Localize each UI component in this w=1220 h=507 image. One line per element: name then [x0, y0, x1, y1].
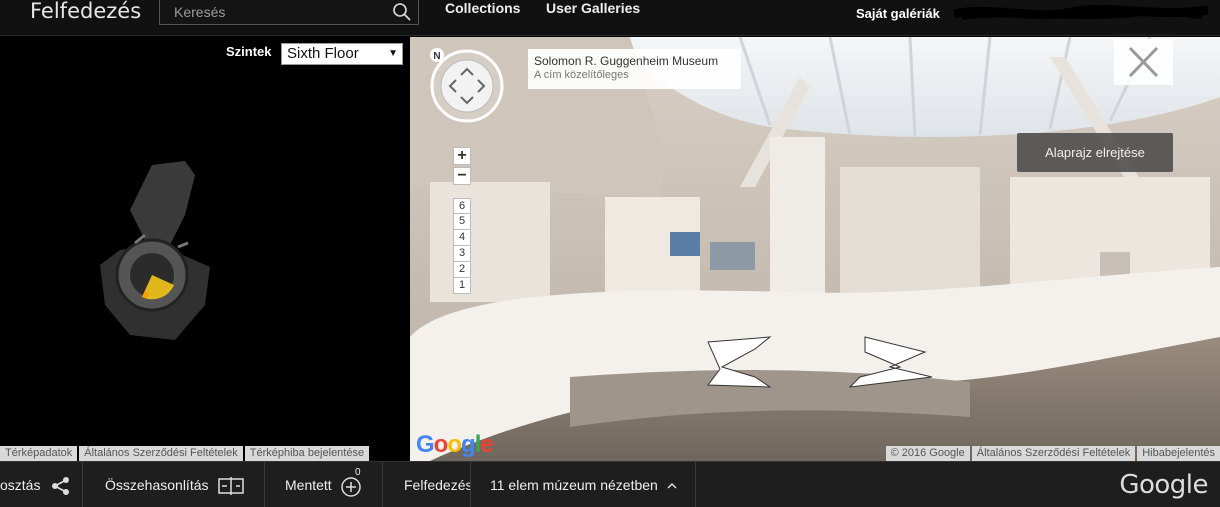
map-footer: Térképadatok Általános Szerződési Feltét…	[0, 446, 370, 461]
compare-label: Összehasonlítás	[105, 477, 209, 493]
zoom-out-button[interactable]: −	[453, 167, 471, 185]
museum-items-label: 11 elem múzeum nézetben	[490, 477, 658, 493]
place-subtitle: A cím közelítőleges	[534, 69, 629, 81]
level-6-button[interactable]: 6	[453, 198, 471, 214]
level-3-button[interactable]: 3	[453, 246, 471, 262]
redacted-username	[953, 4, 1209, 20]
search-input[interactable]	[160, 0, 385, 24]
nav-user-galleries[interactable]: User Galleries	[546, 0, 640, 20]
place-title[interactable]: Solomon R. Guggenheim Museum	[534, 54, 735, 68]
level-4-button[interactable]: 4	[453, 230, 471, 246]
map-report-link[interactable]: Térképhiba bejelentése	[244, 446, 370, 461]
google-logo: Google	[416, 431, 494, 458]
floor-plan-map[interactable]	[90, 155, 220, 345]
hide-floorplan-button[interactable]: Alaprajz elrejtése	[1017, 133, 1173, 172]
close-icon	[1128, 46, 1159, 78]
bottom-bar: osztás Összehasonlítás Mentett 0 Felfede…	[0, 461, 1220, 507]
zoom-in-button[interactable]: +	[453, 147, 471, 165]
search-box[interactable]	[159, 0, 419, 25]
saved-label: Mentett	[285, 477, 332, 493]
saved-button[interactable]: Mentett 0	[265, 462, 383, 507]
compass-control[interactable]: N	[428, 45, 506, 123]
location-info-box: Solomon R. Guggenheim Museum A cím közel…	[528, 49, 741, 89]
levels-label: Szintek	[226, 44, 272, 59]
map-data-link[interactable]: Térképadatok	[0, 446, 78, 461]
chevron-up-icon	[667, 483, 677, 489]
floor-select-value: Sixth Floor	[287, 45, 359, 62]
level-2-button[interactable]: 2	[453, 262, 471, 278]
floor-select[interactable]: Sixth Floor ▼	[281, 43, 403, 65]
level-5-button[interactable]: 5	[453, 214, 471, 230]
level-selector: 6 5 4 3 2 1	[453, 198, 471, 294]
brand-title[interactable]: Felfedezés	[30, 0, 141, 36]
sv-terms-link[interactable]: Általános Szerződési Feltételek	[971, 446, 1136, 461]
copyright-text: © 2016 Google	[885, 446, 970, 461]
compare-icon	[218, 477, 245, 496]
street-view-footer: © 2016 Google Általános Szerződési Felté…	[885, 446, 1220, 461]
street-view-panel[interactable]: N Solomon R. Guggenheim Museum A cím köz…	[410, 37, 1220, 461]
share-label: osztás	[0, 477, 41, 493]
nav-collections[interactable]: Collections	[445, 0, 520, 20]
museum-interior-panorama[interactable]	[410, 37, 1220, 461]
share-icon	[52, 477, 70, 496]
search-icon[interactable]	[392, 2, 412, 22]
compare-button[interactable]: Összehasonlítás	[83, 462, 265, 507]
google-footer-logo: Google	[1119, 470, 1208, 500]
saved-count: 0	[355, 467, 361, 478]
compass-north-letter: N	[433, 51, 440, 62]
museum-view-items-button[interactable]: 11 elem múzeum nézetben	[471, 462, 696, 507]
add-saved-icon	[340, 477, 361, 498]
my-galleries-link[interactable]: Saját galériák	[856, 6, 940, 21]
dropdown-arrow-icon: ▼	[388, 48, 398, 59]
close-button[interactable]	[1114, 39, 1173, 85]
share-button[interactable]: osztás	[0, 462, 83, 507]
level-1-button[interactable]: 1	[453, 278, 471, 294]
explore-button[interactable]: Felfedezés	[383, 462, 471, 507]
top-bar: Felfedezés Collections User Galleries Sa…	[0, 0, 1220, 36]
map-terms-link[interactable]: Általános Szerződési Feltételek	[79, 446, 243, 461]
sv-report-link[interactable]: Hibabejelentés	[1137, 446, 1220, 461]
floor-plan-panel: Szintek Sixth Floor ▼ Térképadatok Által…	[0, 37, 410, 461]
